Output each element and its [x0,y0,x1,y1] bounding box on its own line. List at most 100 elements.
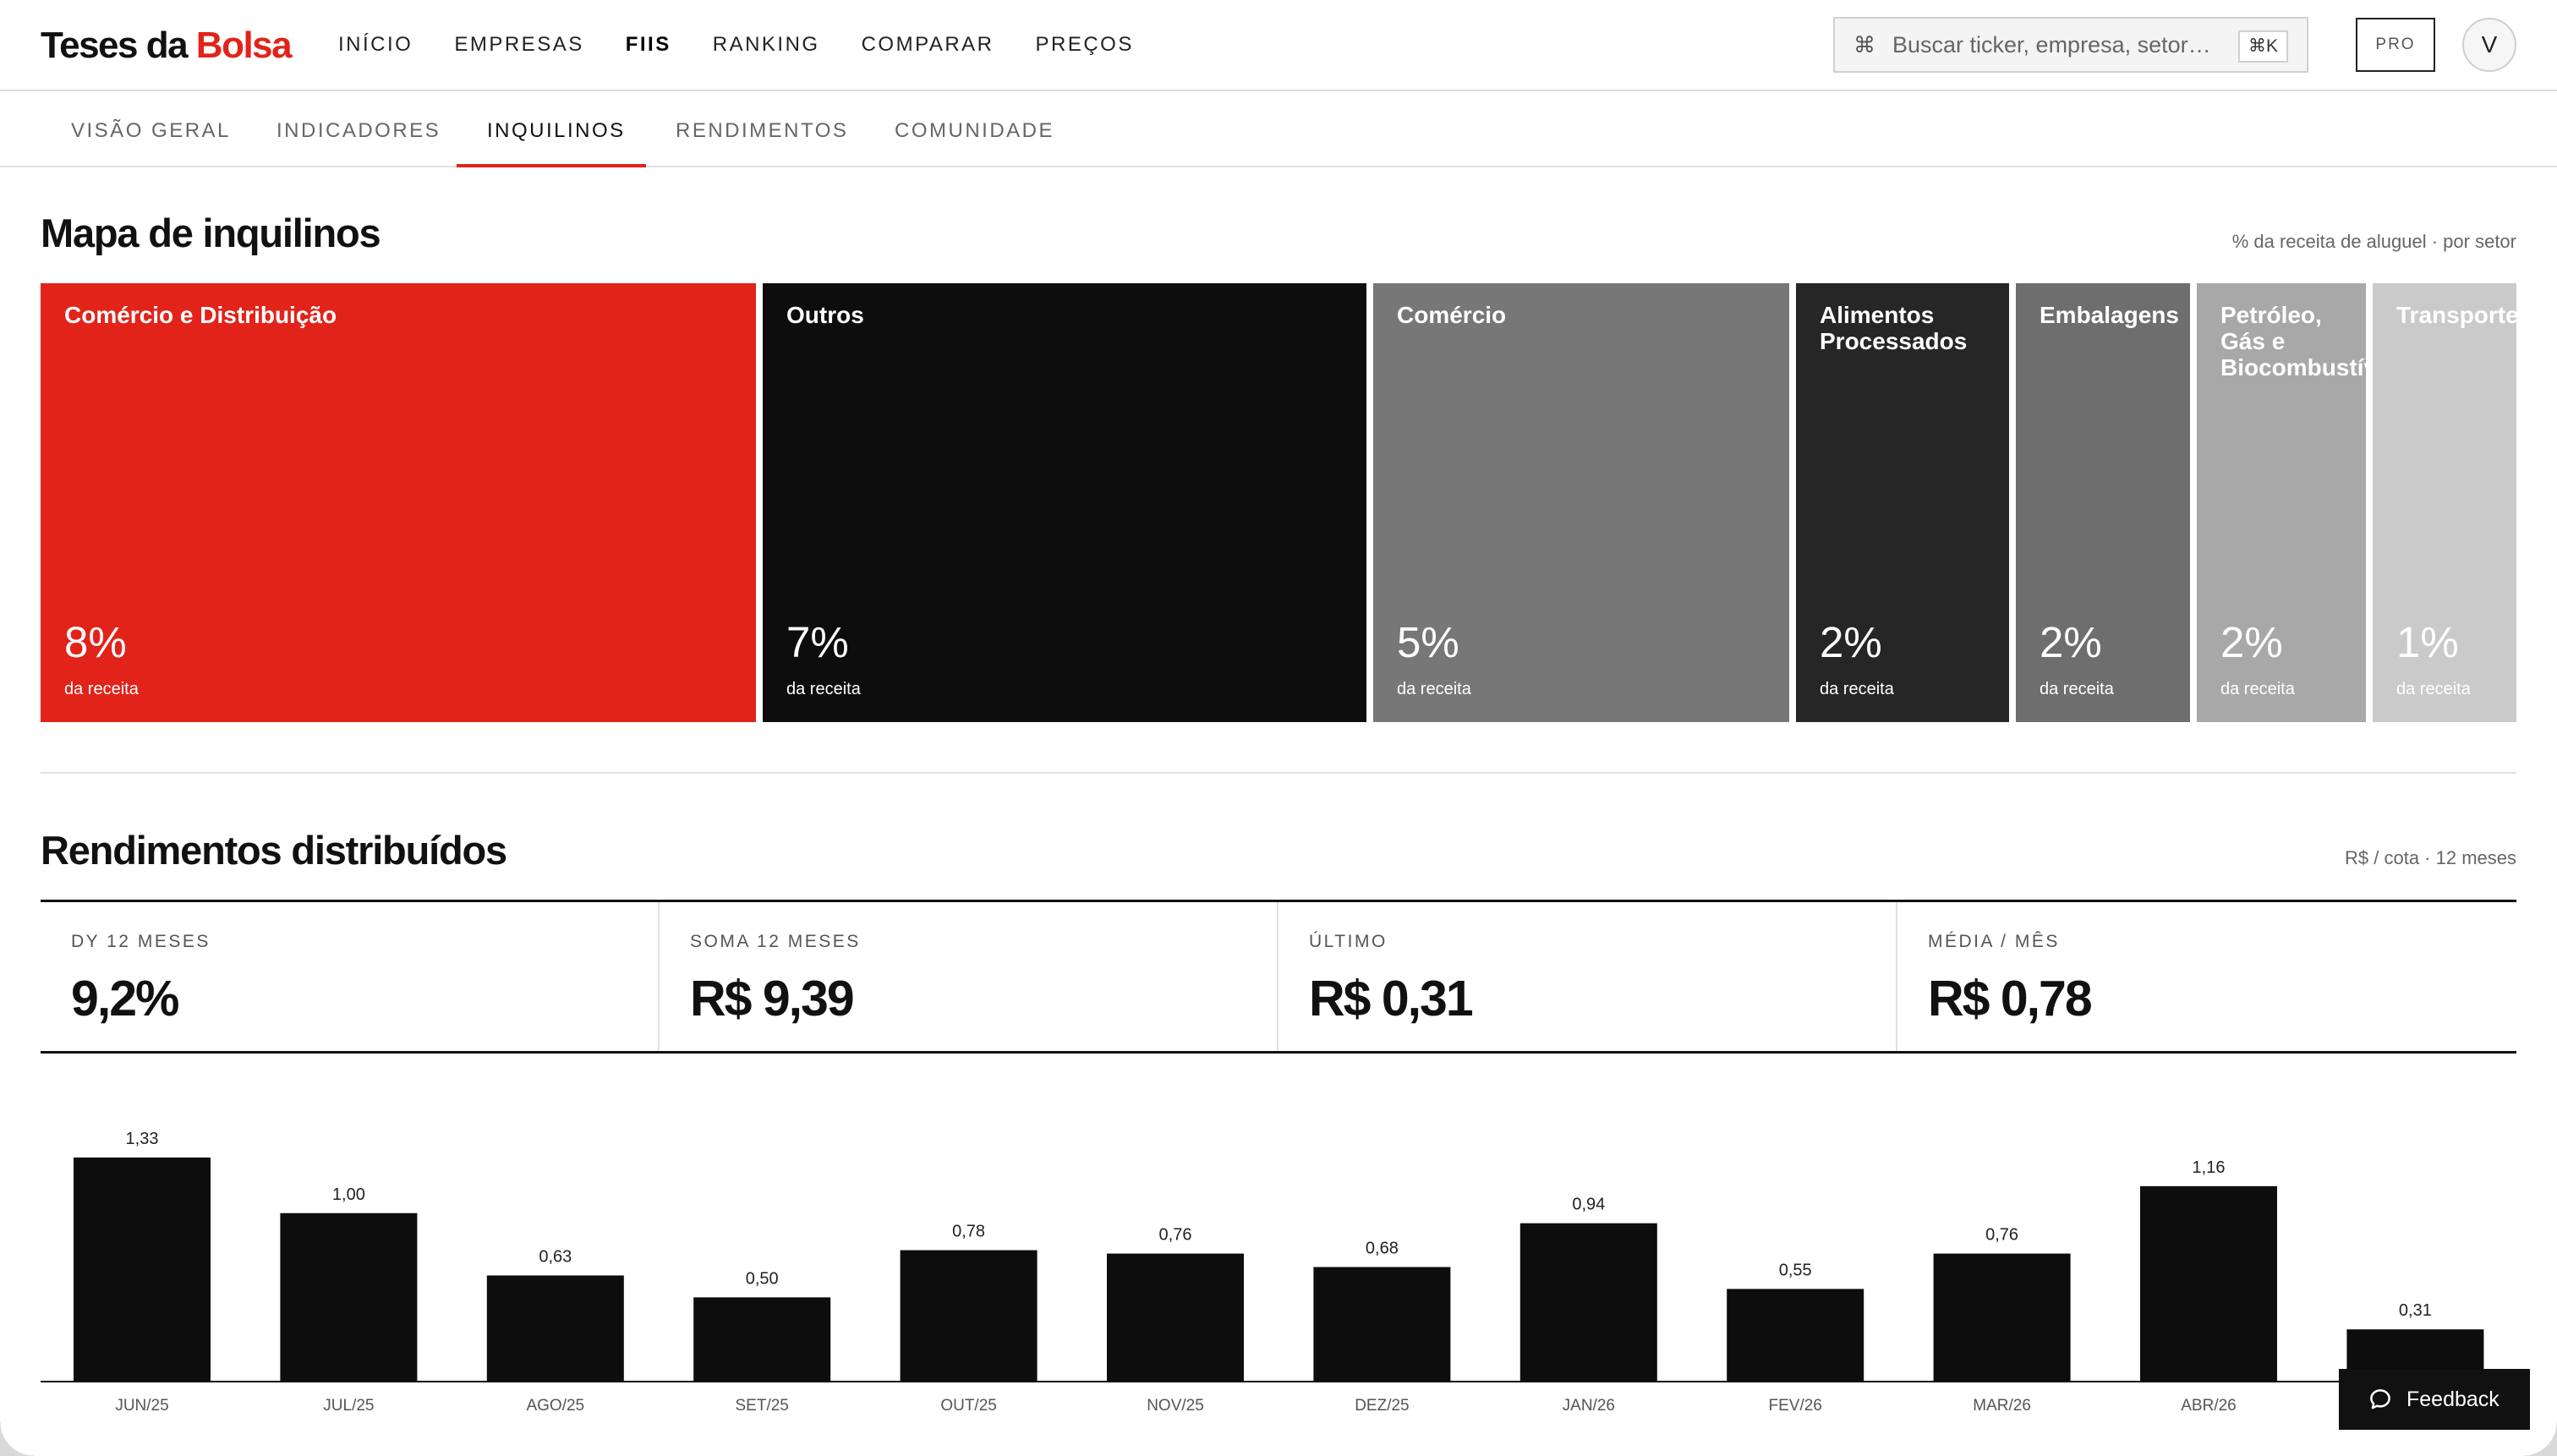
tenant-tile-percent: 2% [2040,618,2102,666]
tab-inquilinos[interactable]: INQUILINOS [487,118,626,144]
chart-bar[interactable] [1313,1267,1451,1382]
chart-category-label: JUL/25 [323,1397,374,1415]
nav-precos[interactable]: PREÇOS [1036,32,1134,57]
stat-label: ÚLTIMO [1309,932,1388,951]
search-input[interactable]: ⌘ Buscar ticker, empresa, setor… ⌘K [1833,17,2308,73]
tenant-tile-name: Alimentos Processados [1820,302,1968,354]
chart-value-label: 0,76 [1159,1226,1192,1245]
dividends-bar-chart: 1,33 1,00 0,63 0,50 0,78 0,76 0,68 0,94 0,55 0,76… [41,1099,2516,1420]
tenant-tile-percent: 2% [1820,618,1882,666]
chat-bubble-icon [2370,1389,2390,1409]
nav-fiis[interactable]: FIIS [626,32,671,57]
tab-rendimentos[interactable]: RENDIMENTOS [676,118,848,144]
chart-bar[interactable] [1933,1253,2071,1382]
chart-category-label: DEZ/25 [1355,1397,1409,1415]
tenant-tile-name: Comércio e Distribuição [64,302,337,328]
nav-ranking[interactable]: RANKING [713,32,820,57]
tenant-tile[interactable]: Comércio e Distribuição 8% da receita [41,283,756,722]
top-header: Teses da Bolsa INÍCIO EMPRESAS FIIS RANK… [0,0,2557,91]
nav-empresas[interactable]: EMPRESAS [454,32,583,57]
stat-label: DY 12 MESES [71,932,211,951]
main-nav: INÍCIO EMPRESAS FIIS RANKING COMPARAR PR… [338,32,1175,57]
tenant-tile-sublabel: da receita [2396,680,2471,698]
tab-visao-geral[interactable]: VISÃO GERAL [71,118,231,144]
chart-bar[interactable] [486,1275,624,1382]
chart-value-label: 0,55 [1779,1261,1812,1279]
feedback-label: Feedback [2406,1387,2500,1411]
tenant-tile-sublabel: da receita [64,680,139,698]
stat-sum-12m: SOMA 12 MESES R$ 9,39 [660,902,1278,1051]
tenant-tile-percent: 8% [64,618,127,666]
tenant-tile[interactable]: Transporte 1% da receita [2373,283,2516,722]
tenant-tile-percent: 5% [1397,618,1459,666]
chart-category-label: JAN/26 [1563,1397,1615,1415]
nav-inicio[interactable]: INÍCIO [338,32,413,57]
chart-value-label: 1,33 [126,1130,159,1148]
dividend-stats: DY 12 MESES 9,2% SOMA 12 MESES R$ 9,39 Ú… [41,900,2516,1054]
chart-category-label: FEV/26 [1769,1397,1822,1415]
logo-accent-text: Bolsa [195,25,293,66]
nav-comparar[interactable]: COMPARAR [862,32,994,57]
tenant-tile-sublabel: da receita [786,680,861,698]
tab-comunidade[interactable]: COMUNIDADE [895,118,1054,144]
window-corner-right [2523,1422,2557,1456]
chart-category-label: ABR/26 [2181,1397,2236,1415]
chart-category-label: AGO/25 [526,1397,584,1415]
avatar[interactable]: V [2462,18,2516,72]
chart-value-label: 1,00 [332,1185,365,1204]
chart-value-label: 1,16 [2193,1158,2226,1177]
chart-bar[interactable] [280,1212,418,1382]
chart-value-label: 0,50 [746,1269,779,1288]
stat-label: MÉDIA / MÊS [1928,932,2060,951]
tenant-tile-percent: 7% [786,618,849,666]
dividends-note: R$ / cota · 12 meses [2345,847,2516,868]
chart-category-label: NOV/25 [1147,1397,1204,1415]
chart-bar[interactable] [74,1158,211,1382]
tenant-tile[interactable]: Comércio 5% da receita [1373,283,1789,722]
window-corner-left [0,1422,34,1456]
feedback-button[interactable]: Feedback [2339,1369,2530,1430]
tab-indicadores[interactable]: INDICADORES [277,118,441,144]
active-tab-indicator [457,164,646,167]
chart-value-label: 0,31 [2399,1301,2432,1320]
tenant-tile-sublabel: da receita [1397,680,1471,698]
stat-monthly-average: MÉDIA / MÊS R$ 0,78 [1897,902,2516,1051]
chart-bar[interactable] [1519,1223,1657,1382]
tenant-tile-percent: 2% [2220,618,2283,666]
chart-bar[interactable] [1727,1289,1864,1382]
tenant-tile-percent: 1% [2396,618,2459,666]
stat-last: ÚLTIMO R$ 0,31 [1278,902,1897,1051]
section-divider [41,772,2516,774]
chart-category-label: MAR/26 [1973,1397,2031,1415]
stat-dy-12m: DY 12 MESES 9,2% [41,902,660,1051]
tenant-tile-name: Comércio [1397,302,1507,328]
tenant-tile-name: Petróleo, Gás e Biocombustíveis [2220,302,2366,380]
tenant-tile[interactable]: Embalagens 2% da receita [2016,283,2190,722]
stat-value: R$ 0,78 [1928,971,2093,1026]
dividends-bar-chart-svg: 1,33 1,00 0,63 0,50 0,78 0,76 0,68 0,94 0,55 0,76… [41,1130,2516,1415]
tenant-tile[interactable]: Outros 7% da receita [763,283,1366,722]
tenants-title: Mapa de inquilinos [41,211,381,255]
search-shortcut-badge: ⌘K [2237,30,2288,63]
tenant-tile[interactable]: Alimentos Processados 2% da receita [1796,283,2009,722]
chart-value-label: 0,76 [1985,1226,2018,1245]
chart-category-label: JUN/25 [115,1397,168,1415]
chart-value-label: 0,94 [1572,1196,1605,1214]
tenant-tile-name: Embalagens [2040,302,2179,328]
tenant-tile-sublabel: da receita [2040,680,2114,698]
pro-button[interactable]: PRO [2356,18,2435,72]
command-icon: ⌘ [1853,31,1875,57]
stat-label: SOMA 12 MESES [690,932,861,951]
tenant-tile-sublabel: da receita [1820,680,1894,698]
tenant-tile[interactable]: Petróleo, Gás e Biocombustíveis 2% da re… [2197,283,2366,722]
chart-bar[interactable] [2140,1185,2277,1382]
chart-category-label: SET/25 [736,1397,789,1415]
chart-value-label: 0,63 [539,1247,572,1266]
chart-bar[interactable] [900,1250,1038,1382]
site-logo[interactable]: Teses da Bolsa [41,24,293,68]
chart-bar[interactable] [1107,1253,1244,1382]
stat-value: R$ 9,39 [690,971,855,1026]
chart-bar[interactable] [693,1297,831,1382]
stat-value: R$ 0,31 [1309,971,1474,1026]
search-placeholder: Buscar ticker, empresa, setor… [1892,31,2211,57]
